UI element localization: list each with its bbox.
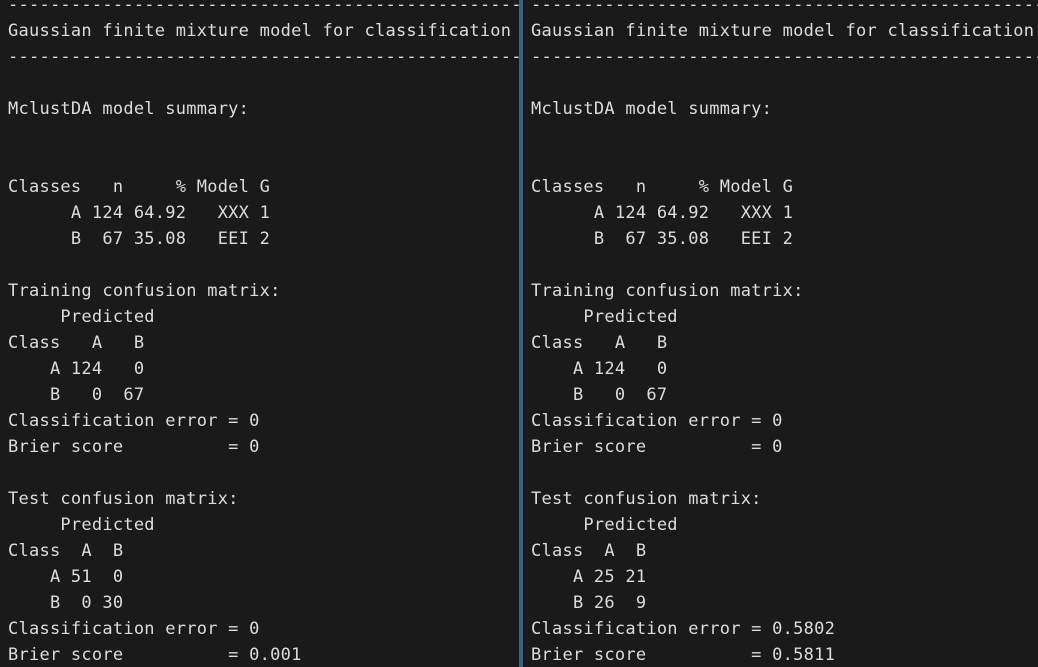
terminal-line: A 51 0: [8, 567, 124, 587]
terminal-line: B 0 30: [8, 593, 124, 613]
terminal-line: A 124 0: [531, 359, 668, 379]
terminal-line: Classification error = 0.5802: [531, 619, 836, 639]
terminal-line: Training confusion matrix:: [8, 281, 281, 301]
terminal-line: B 26 9: [531, 593, 647, 613]
terminal-line: A 25 21: [531, 567, 647, 587]
terminal-line: Training confusion matrix:: [531, 281, 804, 301]
terminal-line: Brier score = 0: [8, 437, 260, 457]
terminal-line: Classification error = 0: [8, 619, 260, 639]
terminal-line: Brier score = 0.5811: [531, 645, 836, 665]
terminal-line: ----------------------------------------…: [8, 0, 519, 15]
terminal-line: B 0 67: [531, 385, 668, 405]
terminal-output: ----------------------------------------…: [0, 0, 519, 667]
terminal-line: Test confusion matrix:: [8, 489, 239, 509]
terminal-line: A 124 64.92 XXX 1: [8, 203, 271, 223]
terminal-line: Predicted: [8, 515, 155, 535]
terminal-line: MclustDA model summary:: [8, 99, 250, 119]
terminal-pane-right[interactable]: ----------------------------------------…: [523, 0, 1038, 667]
terminal-line: B 0 67: [8, 385, 145, 405]
terminal-line: B 67 35.08 EEI 2: [531, 229, 794, 249]
terminal-line: Classification error = 0: [531, 411, 783, 431]
terminal-line: ----------------------------------------…: [8, 47, 519, 67]
terminal-line: Class A B: [8, 541, 124, 561]
terminal-line: Brier score = 0.001: [8, 645, 302, 665]
terminal-line: Class A B: [8, 333, 145, 353]
terminal-line: MclustDA model summary:: [531, 99, 773, 119]
terminal-line: Classification error = 0: [8, 411, 260, 431]
terminal-line: A 124 0: [8, 359, 145, 379]
terminal-output: ----------------------------------------…: [523, 0, 1038, 667]
terminal-line: Class A B: [531, 541, 647, 561]
terminal-line: Gaussian finite mixture model for classi…: [8, 21, 512, 41]
terminal-line: B 67 35.08 EEI 2: [8, 229, 271, 249]
terminal-line: Classes n % Model G: [8, 177, 271, 197]
terminal-line: ----------------------------------------…: [531, 47, 1038, 67]
terminal-line: Gaussian finite mixture model for classi…: [531, 21, 1035, 41]
terminal-pane-left[interactable]: ----------------------------------------…: [0, 0, 519, 667]
terminal-line: Test confusion matrix:: [531, 489, 762, 509]
terminal-line: Class A B: [531, 333, 668, 353]
terminal-line: Predicted: [8, 307, 155, 327]
terminal-line: Predicted: [531, 515, 678, 535]
terminal-line: A 124 64.92 XXX 1: [531, 203, 794, 223]
terminal-line: Brier score = 0: [531, 437, 783, 457]
terminal-line: Classes n % Model G: [531, 177, 794, 197]
terminal-line: ----------------------------------------…: [531, 0, 1038, 15]
terminal-line: Predicted: [531, 307, 678, 327]
